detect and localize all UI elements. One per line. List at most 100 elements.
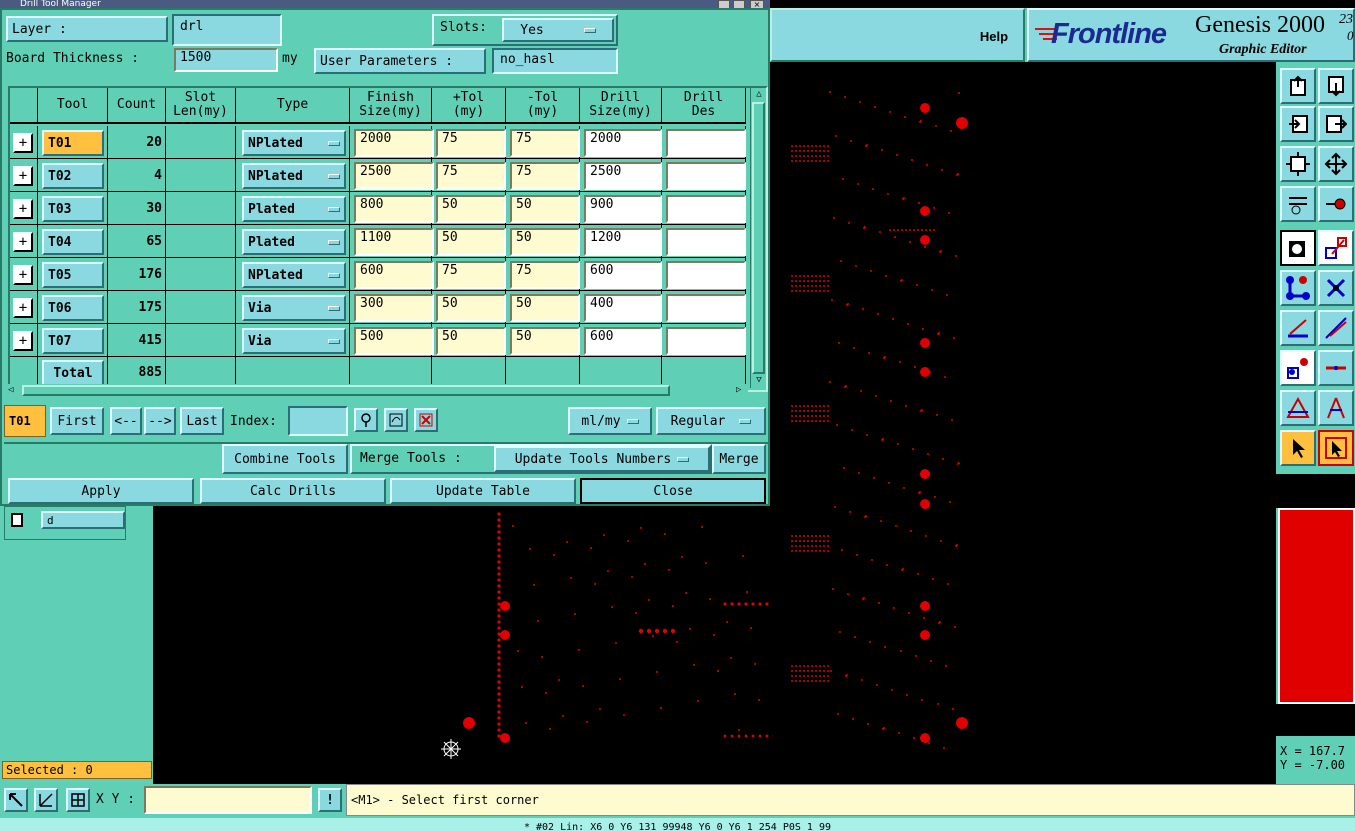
- layer-field[interactable]: drl: [172, 14, 282, 46]
- update-tools-numbers-select[interactable]: Update Tools Numbers: [494, 446, 710, 472]
- minus-tol-input[interactable]: 50: [510, 294, 580, 322]
- tool-name-button[interactable]: T01: [42, 130, 104, 156]
- type-select[interactable]: NPlated: [242, 262, 346, 288]
- finish-size-input[interactable]: 800: [354, 195, 434, 223]
- tool-name-button[interactable]: T06: [42, 295, 104, 321]
- xy-input[interactable]: [144, 786, 312, 814]
- drill-des-input[interactable]: [666, 129, 746, 157]
- expand-row-icon[interactable]: +: [13, 232, 33, 252]
- delete-x-icon[interactable]: [1318, 270, 1354, 306]
- column-header[interactable]: Drill Des: [662, 88, 746, 124]
- pan-icon[interactable]: [1318, 146, 1354, 182]
- connect-icon[interactable]: [1280, 270, 1316, 306]
- type-select[interactable]: NPlated: [242, 163, 346, 189]
- expand-row-icon[interactable]: +: [13, 199, 33, 219]
- column-header[interactable]: Drill Size(my): [580, 88, 662, 124]
- index-input[interactable]: [288, 406, 348, 436]
- first-button[interactable]: First: [50, 407, 104, 435]
- minus-tol-input[interactable]: 75: [510, 162, 580, 190]
- thickness-input[interactable]: 1500: [174, 48, 278, 72]
- plus-tol-input[interactable]: 50: [436, 294, 506, 322]
- column-header[interactable]: Slot Len(my): [166, 88, 236, 124]
- next-button[interactable]: -->: [144, 407, 176, 435]
- grid-icon[interactable]: [66, 788, 90, 812]
- graphic-canvas-lower[interactable]: [153, 506, 776, 784]
- plus-tol-input[interactable]: 75: [436, 261, 506, 289]
- pad-icon[interactable]: [1280, 350, 1316, 386]
- apply-button[interactable]: Apply: [8, 478, 194, 504]
- import-icon[interactable]: [1280, 106, 1316, 142]
- column-header[interactable]: -Tol (my): [506, 88, 580, 124]
- finish-size-input[interactable]: 1100: [354, 228, 434, 256]
- alert-icon[interactable]: !: [318, 788, 342, 812]
- export-icon[interactable]: [1318, 106, 1354, 142]
- vertical-scrollbar[interactable]: △ ▽: [750, 88, 766, 388]
- minus-tol-input[interactable]: 75: [510, 129, 580, 157]
- plus-tol-input[interactable]: 50: [436, 327, 506, 355]
- drill-des-input[interactable]: [666, 162, 746, 190]
- tool-name-button[interactable]: T03: [42, 196, 104, 222]
- layer-item[interactable]: d: [41, 511, 125, 529]
- angle-icon[interactable]: [1318, 390, 1354, 426]
- split-line-icon[interactable]: [1318, 350, 1354, 386]
- slots-select[interactable]: Yes: [502, 18, 614, 42]
- pointer-icon[interactable]: [1280, 430, 1316, 466]
- measure-icon[interactable]: [34, 788, 58, 812]
- zoom-area-icon[interactable]: [4, 788, 28, 812]
- select-feature-icon[interactable]: [1280, 230, 1316, 266]
- calc-drills-button[interactable]: Calc Drills: [200, 478, 386, 504]
- drill-des-input[interactable]: [666, 228, 746, 256]
- layer-checkbox[interactable]: [11, 513, 23, 527]
- line-angle-icon[interactable]: [1280, 310, 1316, 346]
- expand-row-icon[interactable]: +: [13, 166, 33, 186]
- plus-tol-input[interactable]: 75: [436, 129, 506, 157]
- column-header[interactable]: +Tol (my): [432, 88, 506, 124]
- delete-tool-icon[interactable]: [414, 408, 438, 432]
- overview-map[interactable]: [1278, 508, 1355, 704]
- expand-row-icon[interactable]: +: [13, 331, 33, 351]
- mode-select[interactable]: Regular: [656, 407, 766, 435]
- update-table-button[interactable]: Update Table: [390, 478, 576, 504]
- drill-des-input[interactable]: [666, 294, 746, 322]
- drill-des-input[interactable]: [666, 195, 746, 223]
- user-params-label[interactable]: User Parameters :: [314, 48, 486, 74]
- tool-name-button[interactable]: T07: [42, 328, 104, 354]
- plus-tol-input[interactable]: 50: [436, 195, 506, 223]
- line-draw-icon[interactable]: [1318, 310, 1354, 346]
- finish-size-input[interactable]: 500: [354, 327, 434, 355]
- add-shape-icon[interactable]: [1318, 230, 1354, 266]
- expand-row-icon[interactable]: +: [13, 133, 33, 153]
- drill-size-input[interactable]: 900: [584, 195, 662, 223]
- drill-size-input[interactable]: 600: [584, 261, 662, 289]
- minus-tol-input[interactable]: 50: [510, 228, 580, 256]
- open-job-icon[interactable]: [1280, 68, 1316, 104]
- last-button[interactable]: Last: [180, 407, 224, 435]
- drill-size-input[interactable]: 2000: [584, 129, 662, 157]
- plus-tol-input[interactable]: 75: [436, 162, 506, 190]
- triangle-icon[interactable]: [1280, 390, 1316, 426]
- column-header[interactable]: Type: [236, 88, 350, 124]
- finish-size-input[interactable]: 2000: [354, 129, 434, 157]
- tool-name-button[interactable]: T04: [42, 229, 104, 255]
- save-job-icon[interactable]: [1318, 68, 1354, 104]
- expand-row-icon[interactable]: +: [13, 265, 33, 285]
- tool-name-button[interactable]: T05: [42, 262, 104, 288]
- tool-name-button[interactable]: T02: [42, 163, 104, 189]
- type-select[interactable]: Via: [242, 328, 346, 354]
- type-select[interactable]: NPlated: [242, 130, 346, 156]
- refresh-icon[interactable]: [384, 408, 408, 432]
- finish-size-input[interactable]: 2500: [354, 162, 434, 190]
- merge-button[interactable]: Merge: [712, 444, 766, 474]
- minus-tol-input[interactable]: 50: [510, 327, 580, 355]
- type-select[interactable]: Via: [242, 295, 346, 321]
- vertical-scroll-thumb[interactable]: [752, 102, 765, 374]
- scroll-up-icon[interactable]: △: [753, 88, 765, 100]
- scroll-left-icon[interactable]: ◁: [8, 384, 20, 396]
- column-header[interactable]: Tool: [38, 88, 108, 124]
- drill-size-input[interactable]: 400: [584, 294, 662, 322]
- horizontal-scrollbar[interactable]: ◁ ▷: [8, 384, 748, 398]
- graphic-canvas[interactable]: [770, 62, 1276, 784]
- finish-size-input[interactable]: 600: [354, 261, 434, 289]
- column-header[interactable]: Count: [108, 88, 166, 124]
- probe-icon[interactable]: [1318, 186, 1354, 222]
